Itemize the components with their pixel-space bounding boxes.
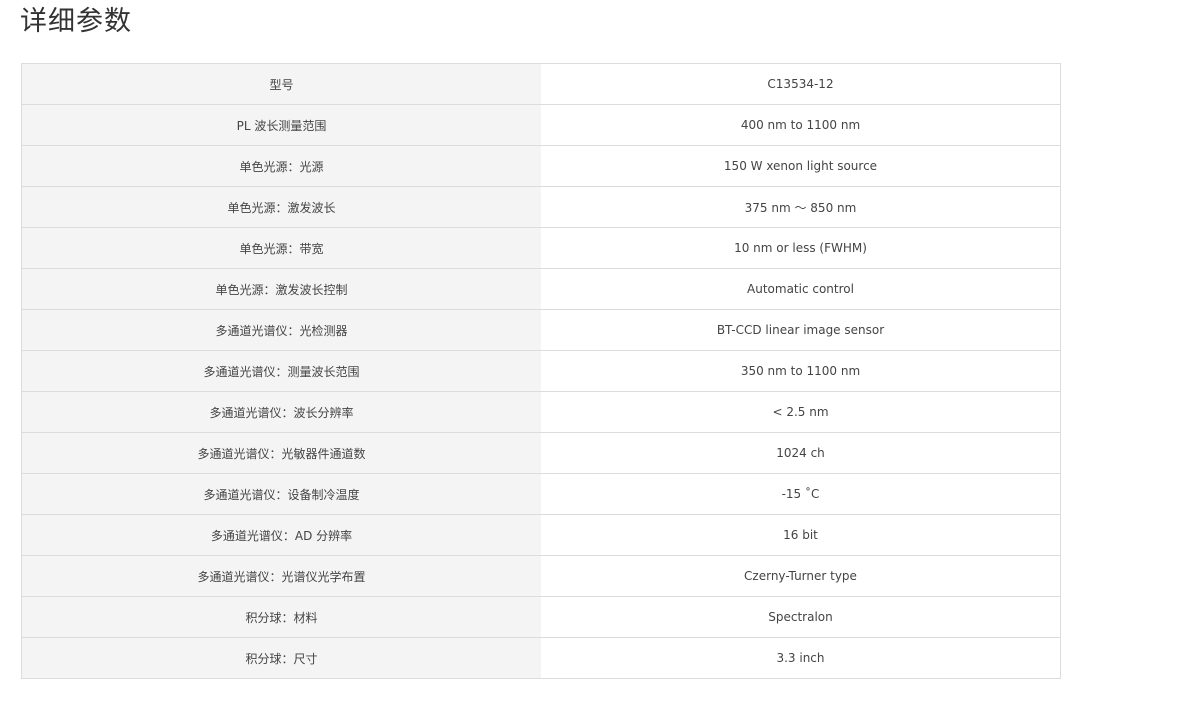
param-name-cell: 多通道光谱仪：光检测器: [21, 309, 541, 351]
table-row: 多通道光谱仪：波长分辨率 < 2.5 nm: [21, 391, 1061, 433]
table-row: 积分球：尺寸 3.3 inch: [21, 637, 1061, 679]
param-name-cell: 多通道光谱仪：波长分辨率: [21, 391, 541, 433]
param-value-cell: -15 ˚C: [541, 473, 1061, 515]
param-name-cell: 单色光源：光源: [21, 145, 541, 187]
table-row: 单色光源：激发波长控制 Automatic control: [21, 268, 1061, 310]
table-row: PL 波长测量范围 400 nm to 1100 nm: [21, 104, 1061, 146]
param-name-cell: 单色光源：带宽: [21, 227, 541, 269]
table-row: 积分球：材料 Spectralon: [21, 596, 1061, 638]
param-value-cell: 400 nm to 1100 nm: [541, 104, 1061, 146]
param-value-cell: < 2.5 nm: [541, 391, 1061, 433]
table-row: 单色光源：激发波长 375 nm ～ 850 nm: [21, 186, 1061, 228]
param-name-cell: 多通道光谱仪：光谱仪光学布置: [21, 555, 541, 597]
param-name-cell: 单色光源：激发波长控制: [21, 268, 541, 310]
param-value-cell: 10 nm or less (FWHM): [541, 227, 1061, 269]
param-value-cell: BT-CCD linear image sensor: [541, 309, 1061, 351]
param-value-cell: 350 nm to 1100 nm: [541, 350, 1061, 392]
param-value-cell: 375 nm ～ 850 nm: [541, 186, 1061, 228]
param-name-cell: 多通道光谱仪：AD 分辨率: [21, 514, 541, 556]
table-row: 多通道光谱仪：AD 分辨率 16 bit: [21, 514, 1061, 556]
table-row: 多通道光谱仪：测量波长范围 350 nm to 1100 nm: [21, 350, 1061, 392]
param-name-cell: 多通道光谱仪：设备制冷温度: [21, 473, 541, 515]
table-row: 多通道光谱仪：光检测器 BT-CCD linear image sensor: [21, 309, 1061, 351]
table-row: 多通道光谱仪：光敏器件通道数 1024 ch: [21, 432, 1061, 474]
param-name-cell: PL 波长测量范围: [21, 104, 541, 146]
param-value-cell: 1024 ch: [541, 432, 1061, 474]
param-value-cell: Czerny-Turner type: [541, 555, 1061, 597]
param-value-cell: C13534-12: [541, 63, 1061, 105]
table-row: 型号 C13534-12: [21, 63, 1061, 105]
param-name-cell: 型号: [21, 63, 541, 105]
param-value-cell: 3.3 inch: [541, 637, 1061, 679]
spec-table-body: 型号 C13534-12 PL 波长测量范围 400 nm to 1100 nm…: [21, 63, 1061, 679]
table-row: 单色光源：光源 150 W xenon light source: [21, 145, 1061, 187]
param-value-cell: 16 bit: [541, 514, 1061, 556]
table-row: 多通道光谱仪：光谱仪光学布置 Czerny-Turner type: [21, 555, 1061, 597]
param-name-cell: 积分球：尺寸: [21, 637, 541, 679]
page-title: 详细参数: [20, 6, 132, 37]
table-row: 单色光源：带宽 10 nm or less (FWHM): [21, 227, 1061, 269]
param-name-cell: 单色光源：激发波长: [21, 186, 541, 228]
param-name-cell: 积分球：材料: [21, 596, 541, 638]
table-row: 多通道光谱仪：设备制冷温度 -15 ˚C: [21, 473, 1061, 515]
param-value-cell: 150 W xenon light source: [541, 145, 1061, 187]
param-value-cell: Spectralon: [541, 596, 1061, 638]
spec-table: 型号 C13534-12 PL 波长测量范围 400 nm to 1100 nm…: [21, 63, 1061, 679]
param-name-cell: 多通道光谱仪：测量波长范围: [21, 350, 541, 392]
param-value-cell: Automatic control: [541, 268, 1061, 310]
param-name-cell: 多通道光谱仪：光敏器件通道数: [21, 432, 541, 474]
